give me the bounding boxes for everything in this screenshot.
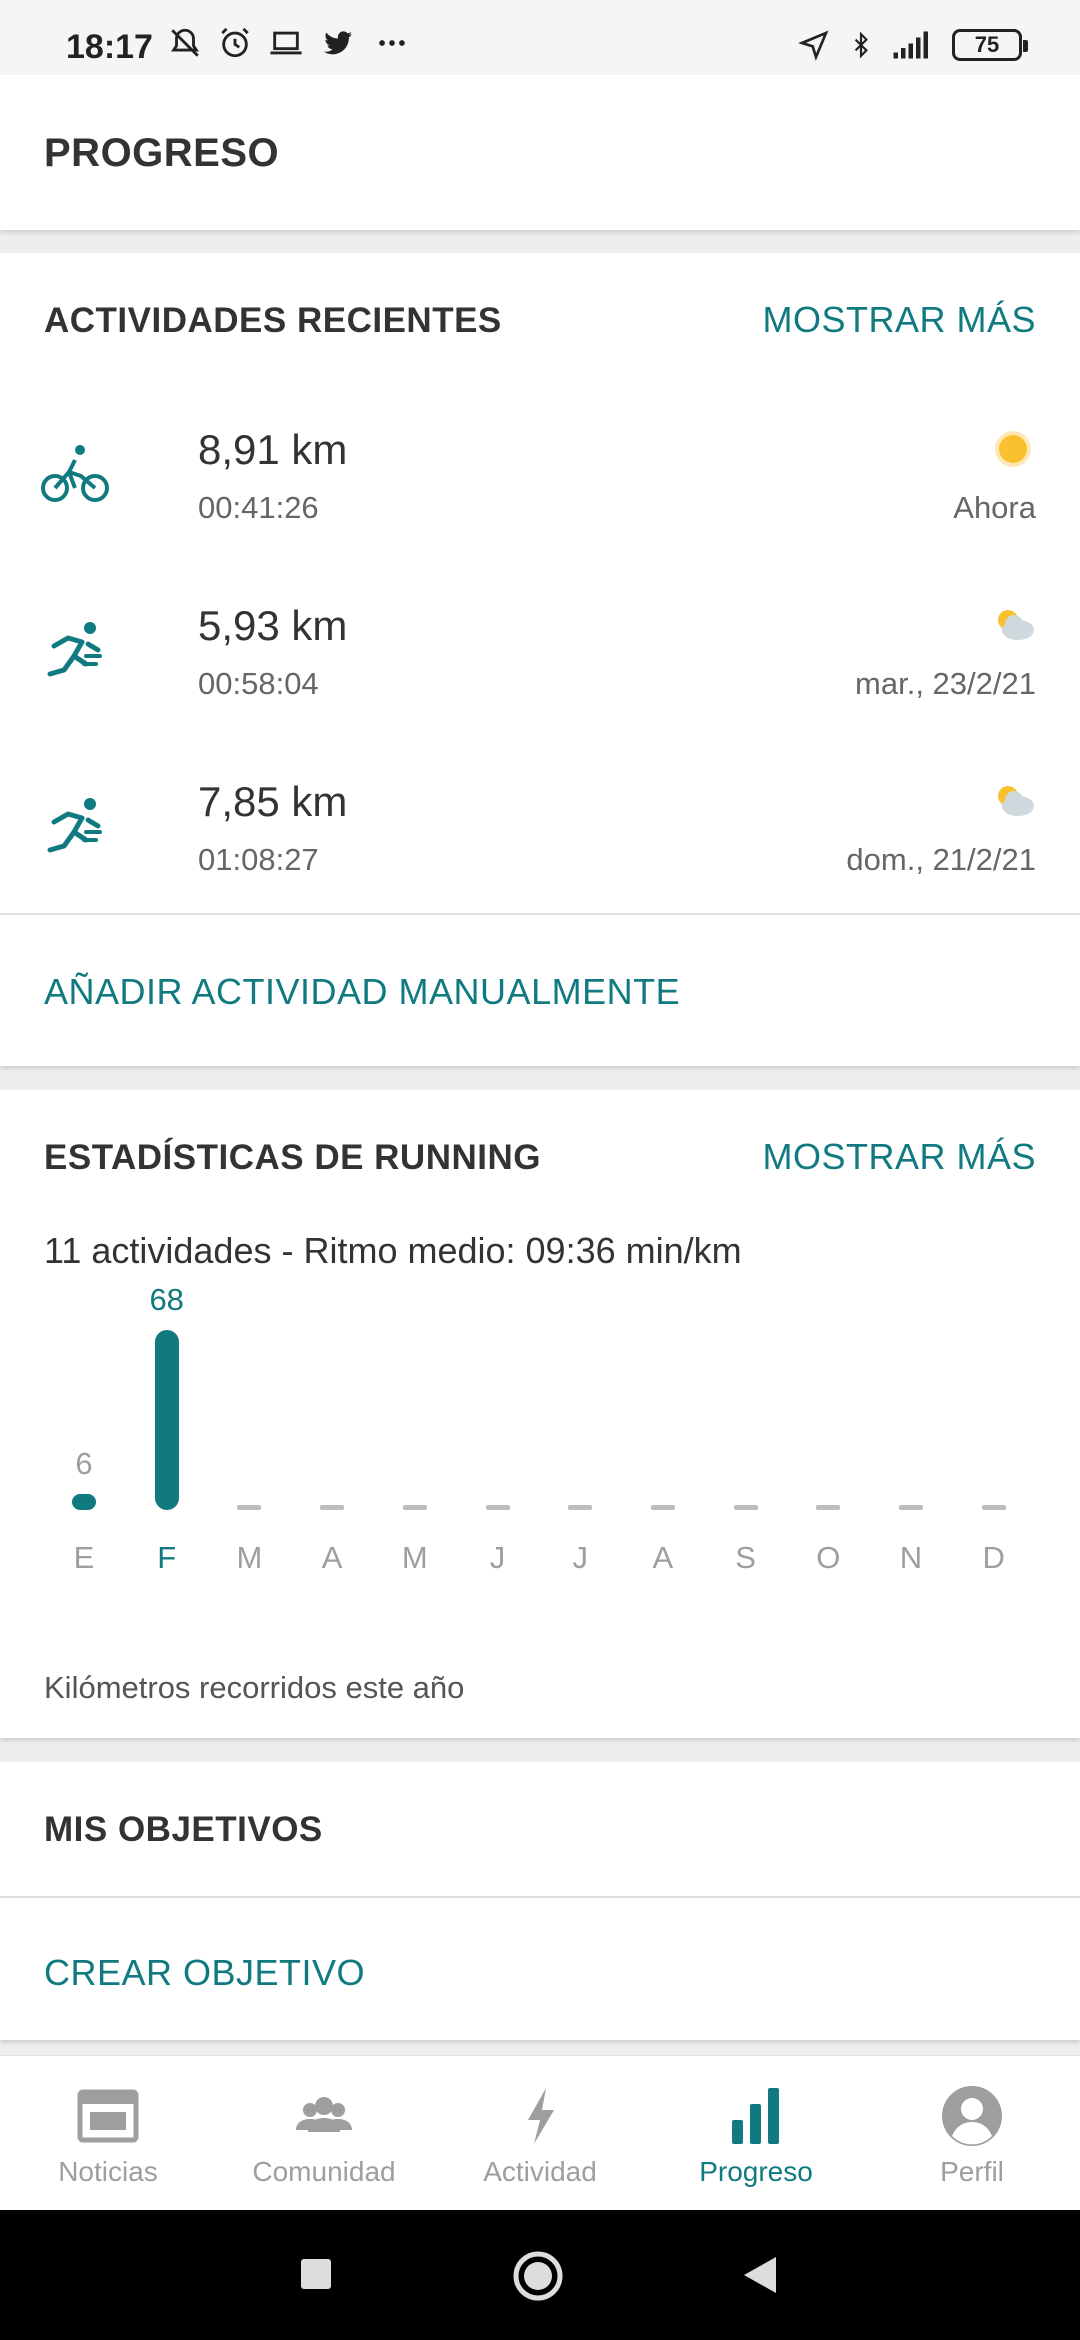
recents-button[interactable] <box>298 2256 334 2292</box>
signal-icon <box>893 31 928 59</box>
chart-month-label: A <box>321 1540 343 1575</box>
chart-bar <box>154 1330 179 1510</box>
alarm-icon <box>221 27 249 58</box>
lightning-icon <box>528 2088 554 2144</box>
chart-empty-mark <box>485 1505 510 1510</box>
activity-date: mar., 23/2/21 <box>855 666 1036 701</box>
nav-label: Comunidad <box>252 2156 396 2187</box>
chart-month-label: J <box>489 1540 506 1575</box>
status-bar: 18:17 75 <box>0 0 1080 75</box>
back-button[interactable] <box>740 2254 780 2296</box>
home-button[interactable] <box>512 2250 564 2302</box>
more-dots-icon <box>379 40 405 46</box>
chart-bar <box>72 1494 96 1510</box>
activity-duration: 00:58:04 <box>198 666 319 701</box>
chart-month-label: E <box>73 1540 95 1575</box>
system-navigation-bar <box>0 2210 1080 2340</box>
recent-activities-card: ACTIVIDADES RECIENTES MOSTRAR MÁS 8,91 k… <box>0 253 1080 1066</box>
chart-month-label: M <box>236 1540 263 1575</box>
community-icon <box>296 2097 352 2132</box>
chart-empty-mark <box>320 1505 345 1510</box>
nav-label: Perfil <box>940 2156 1004 2187</box>
newspaper-icon <box>77 2089 139 2143</box>
status-time: 18:17 <box>66 28 153 66</box>
nav-item-progreso[interactable]: Progreso <box>648 2056 864 2211</box>
activity-row[interactable]: 7,85 km 01:08:27 dom., 21/2/21 <box>0 750 1080 926</box>
running-icon <box>47 798 102 853</box>
nav-item-comunidad[interactable]: Comunidad <box>216 2056 432 2211</box>
create-goal-button[interactable]: CREAR OBJETIVO <box>44 1952 365 1994</box>
running-stats-card: ESTADÍSTICAS DE RUNNING MOSTRAR MÁS 11 a… <box>0 1090 1080 1738</box>
profile-icon <box>942 2086 1002 2146</box>
battery-level: 75 <box>974 32 1000 57</box>
page-header: PROGRESO <box>0 75 1080 230</box>
chart-caption: Kilómetros recorridos este año <box>44 1670 465 1705</box>
chart-month-label: D <box>982 1540 1005 1575</box>
goals-title: MIS OBJETIVOS <box>44 1810 323 1849</box>
battery-icon: 75 <box>952 29 1028 61</box>
bluetooth-icon <box>854 31 868 59</box>
activity-distance: 8,91 km <box>198 426 348 473</box>
running-stats-title: ESTADÍSTICAS DE RUNNING <box>44 1138 541 1177</box>
activity-row[interactable]: 8,91 km 00:41:26 Ahora <box>0 398 1080 574</box>
twitter-icon <box>323 31 353 55</box>
chart-month-label: O <box>816 1540 841 1575</box>
nav-item-actividad[interactable]: Actividad <box>432 2056 648 2211</box>
nav-item-perfil[interactable]: Perfil <box>864 2056 1080 2211</box>
recent-activities-title: ACTIVIDADES RECIENTES <box>44 301 502 340</box>
partly-cloudy-icon <box>998 610 1034 640</box>
chart-empty-mark <box>899 1505 923 1510</box>
activity-date: Ahora <box>953 490 1036 525</box>
divider <box>0 1896 1080 1898</box>
partly-cloudy-icon <box>998 786 1034 816</box>
chart-month-label: F <box>157 1540 177 1575</box>
chart-empty-mark <box>568 1505 593 1510</box>
chart-empty-mark <box>981 1505 1006 1510</box>
chart-month-label: J <box>572 1540 588 1575</box>
chart-month-label: N <box>899 1540 923 1575</box>
chart-month-label: M <box>401 1540 428 1575</box>
bottom-navigation: Noticias Comunidad Actividad Progreso Pe… <box>0 2055 1080 2210</box>
laptop-icon <box>270 31 302 55</box>
cycling-icon <box>41 445 109 502</box>
chart-month-label: A <box>652 1540 674 1575</box>
chart-empty-mark <box>733 1505 758 1510</box>
sun-icon <box>995 431 1031 467</box>
page-title: PROGRESO <box>44 131 280 175</box>
activity-duration: 00:41:26 <box>198 490 319 525</box>
nav-label: Progreso <box>699 2156 813 2187</box>
status-icons-right: 75 <box>798 28 1028 62</box>
activity-distance: 5,93 km <box>198 602 348 649</box>
recent-show-more-button[interactable]: MOSTRAR MÁS <box>762 299 1036 341</box>
chart-value-label: 68 <box>149 1282 184 1317</box>
stats-show-more-button[interactable]: MOSTRAR MÁS <box>762 1136 1036 1178</box>
nav-label: Noticias <box>58 2156 158 2187</box>
running-icon <box>47 622 102 677</box>
activity-duration: 01:08:27 <box>198 842 319 877</box>
activity-row[interactable]: 5,93 km 00:58:04 mar., 23/2/21 <box>0 574 1080 750</box>
monthly-km-chart: 6 E 68 F M A M J J A S O N D <box>0 1270 1080 1630</box>
stats-summary: 11 actividades - Ritmo medio: 09:36 min/… <box>44 1230 742 1271</box>
muted-bell-icon <box>171 28 199 57</box>
activity-date: dom., 21/2/21 <box>846 842 1036 877</box>
goals-card: MIS OBJETIVOS CREAR OBJETIVO <box>0 1762 1080 2040</box>
chart-empty-mark <box>237 1505 262 1510</box>
location-icon <box>798 30 829 61</box>
chart-empty-mark <box>650 1505 675 1510</box>
nav-label: Actividad <box>483 2156 597 2187</box>
chart-empty-mark <box>402 1505 427 1510</box>
add-activity-manually-button[interactable]: AÑADIR ACTIVIDAD MANUALMENTE <box>44 971 680 1013</box>
activity-distance: 7,85 km <box>198 778 348 825</box>
status-icons-left <box>168 26 412 60</box>
divider <box>0 913 1080 915</box>
nav-item-noticias[interactable]: Noticias <box>0 2056 216 2211</box>
bar-chart-icon <box>732 2088 779 2144</box>
chart-empty-mark <box>816 1505 841 1510</box>
chart-month-label: S <box>735 1540 756 1575</box>
chart-value-label: 6 <box>75 1446 93 1481</box>
